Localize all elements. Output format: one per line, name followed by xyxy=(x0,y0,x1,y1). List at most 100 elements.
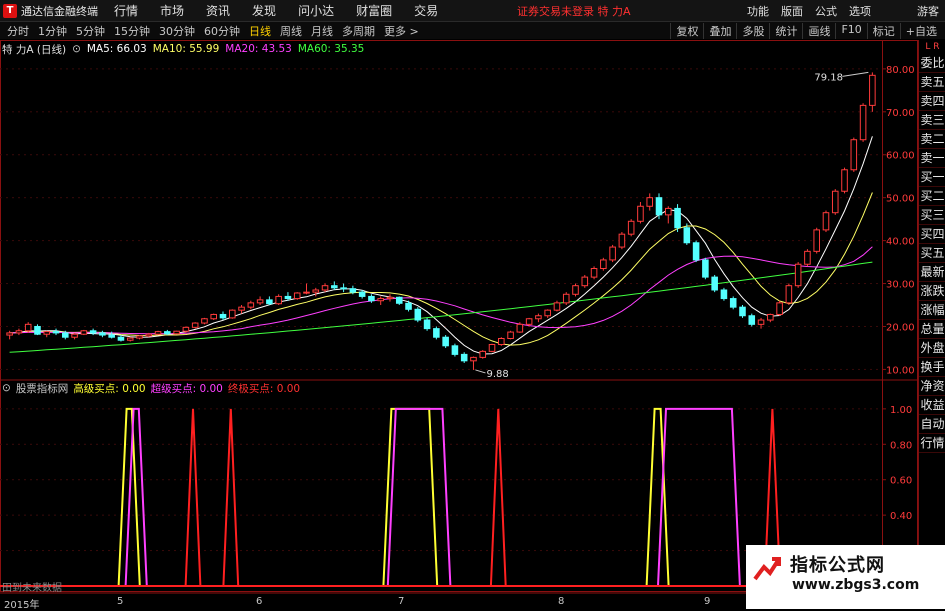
watermark-logo-icon xyxy=(753,557,781,581)
indicator-axis-label: 0.80 xyxy=(890,440,912,451)
candle-body xyxy=(507,331,514,340)
month-label: 8 xyxy=(558,596,565,607)
candle-body xyxy=(191,322,199,328)
candle-body xyxy=(321,285,329,291)
candle-body xyxy=(52,331,60,334)
ma5-line xyxy=(9,136,873,355)
gear-icon[interactable]: ⊙ xyxy=(72,43,81,55)
candle-body xyxy=(553,302,561,311)
candle-body xyxy=(776,302,783,315)
candle-body xyxy=(470,356,477,362)
side-item[interactable]: 行情 xyxy=(919,434,945,453)
side-item: 买二 xyxy=(919,187,945,206)
candle-body xyxy=(405,302,412,310)
side-toggle[interactable]: L R xyxy=(919,40,945,54)
price-axis-label: 10.00 xyxy=(886,365,915,376)
indicator-gear-icon[interactable]: ⊙ xyxy=(2,382,11,394)
candle-body xyxy=(89,330,97,334)
candle-body xyxy=(145,333,153,337)
candle-body xyxy=(498,338,505,346)
candle-body xyxy=(43,331,51,335)
watermark: 指标公式网 www.zbgs3.com xyxy=(746,545,945,609)
month-label: 6 xyxy=(256,596,263,607)
candle-body xyxy=(813,229,820,252)
side-item: 卖二 xyxy=(919,130,945,149)
stock-name: 特 力A (日线) xyxy=(2,43,67,56)
candle-body xyxy=(544,309,551,317)
candle-body xyxy=(238,306,245,311)
candle-body xyxy=(303,291,310,294)
side-item: 总量 xyxy=(919,320,945,339)
candle-body xyxy=(219,313,227,319)
candle-body xyxy=(201,318,208,324)
candle-body xyxy=(609,246,616,261)
kline-chart[interactable]: 80.00 70.00 60.00 50.00 40.00 30.00 20.00 10.00… xyxy=(0,0,945,609)
candle-body xyxy=(349,288,357,293)
chart-frame xyxy=(0,40,918,592)
candle-body xyxy=(739,306,746,317)
candle-body xyxy=(785,285,793,304)
indicator-axis-label: 1.00 xyxy=(890,405,912,416)
price-axis-label: 40.00 xyxy=(886,237,915,248)
side-item: 委比 xyxy=(919,54,945,73)
candle-body xyxy=(395,296,403,304)
candle-body xyxy=(664,207,672,216)
side-item: 外盘 xyxy=(919,339,945,358)
price-axis-label: 60.00 xyxy=(886,151,915,162)
candle-body xyxy=(164,331,171,335)
ma10-label: MA10: 55.99 xyxy=(152,43,220,55)
indicator-name: 股票指标网 xyxy=(15,382,69,395)
candle-body xyxy=(600,259,607,270)
side-item: 涨跌 xyxy=(919,282,945,301)
candle-body xyxy=(711,276,718,291)
candle-body xyxy=(859,104,867,141)
candle-body xyxy=(535,315,542,320)
candle-body xyxy=(275,295,282,305)
indicator-axis-label: 0.60 xyxy=(890,476,912,487)
candle-body xyxy=(451,345,459,355)
candle-body xyxy=(674,207,681,229)
candle-body xyxy=(62,332,69,338)
candle-body xyxy=(655,197,663,216)
candle-body xyxy=(182,326,190,332)
high-annotation: 79.18 xyxy=(814,72,843,83)
candle-body xyxy=(154,331,162,335)
ma20-line xyxy=(9,246,873,335)
candle-body xyxy=(479,350,487,358)
candle-body xyxy=(525,318,533,325)
candle-body xyxy=(256,299,264,304)
candle-body xyxy=(729,298,737,308)
candle-body xyxy=(108,334,115,338)
signal-c-label: 终极买点: 0.00 xyxy=(227,382,301,395)
candle-body xyxy=(80,330,88,335)
side-item: 净资 xyxy=(919,377,945,396)
candle-body xyxy=(767,313,774,321)
watermark-title: 指标公式网 xyxy=(790,555,885,576)
ma60-label: MA60: 35.35 xyxy=(297,43,365,55)
side-item[interactable]: 自动 xyxy=(919,415,945,434)
candle-body xyxy=(266,299,273,305)
candle-body xyxy=(831,190,839,214)
side-item: 收益 xyxy=(919,396,945,415)
candle-body xyxy=(590,268,598,278)
candle-body xyxy=(646,197,654,207)
candle-body xyxy=(516,323,524,333)
candle-body xyxy=(748,315,756,325)
candle-body xyxy=(34,325,41,335)
candle-body xyxy=(340,287,347,290)
side-item: 卖四 xyxy=(919,92,945,111)
candle-body xyxy=(794,263,802,287)
candle-body xyxy=(15,330,23,334)
candle-body xyxy=(442,336,449,347)
ma20-label: MA20: 43.53 xyxy=(225,43,292,55)
candle-body xyxy=(720,289,728,300)
price-axis-label: 80.00 xyxy=(886,65,915,76)
side-item: 买四 xyxy=(919,225,945,244)
candle-body xyxy=(293,292,301,300)
candle-body xyxy=(804,250,811,265)
side-item: 卖五 xyxy=(919,73,945,92)
side-item: 卖一 xyxy=(919,149,945,168)
signal-a-label: 高级买点: 0.00 xyxy=(73,382,146,395)
candle-body xyxy=(460,353,468,362)
candle-body xyxy=(358,291,366,297)
